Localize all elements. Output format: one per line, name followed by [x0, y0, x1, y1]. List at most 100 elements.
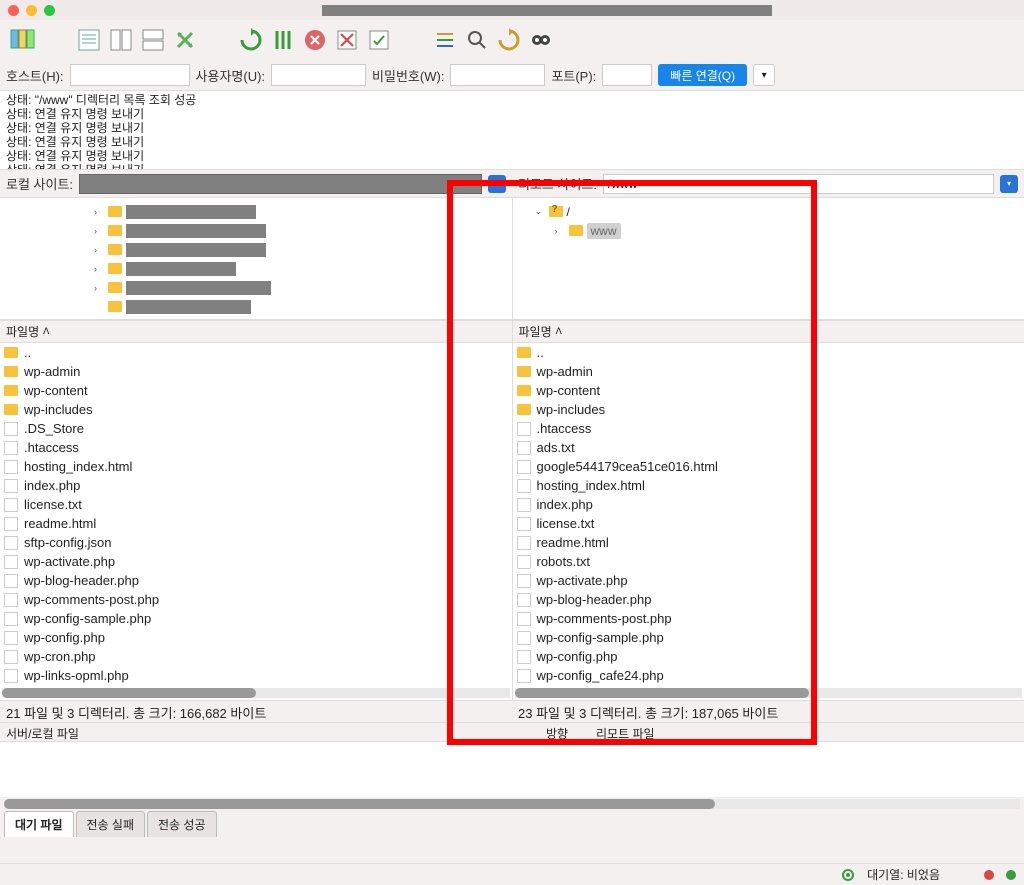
list-item[interactable]: wp-includes: [513, 400, 1024, 419]
maximize-window-button[interactable]: [44, 5, 55, 16]
file-icon: [517, 498, 531, 512]
pass-input[interactable]: [450, 64, 545, 86]
filter-button[interactable]: [430, 25, 460, 55]
list-item[interactable]: wp-blog-header.php: [513, 590, 1024, 609]
list-item[interactable]: wp-config.php: [513, 647, 1024, 666]
local-site-dropdown[interactable]: ▾: [488, 175, 506, 193]
list-item[interactable]: wp-cron.php: [0, 647, 512, 666]
list-item[interactable]: wp-activate.php: [513, 571, 1024, 590]
list-item[interactable]: ..: [0, 343, 512, 362]
tab-failed[interactable]: 전송 실패: [76, 811, 146, 837]
column-filename[interactable]: 파일명: [519, 323, 552, 340]
list-item[interactable]: .htaccess: [513, 419, 1024, 438]
list-item[interactable]: .DS_Store: [0, 419, 512, 438]
list-item[interactable]: wp-comments-post.php: [0, 590, 512, 609]
list-item[interactable]: wp-config_cafe24.php: [513, 666, 1024, 685]
expand-arrow-icon[interactable]: ›: [94, 245, 104, 255]
remote-tree[interactable]: ⌄/ ›www: [513, 198, 1024, 319]
remote-site-dropdown[interactable]: ▾: [1000, 175, 1018, 193]
expand-arrow-icon[interactable]: ›: [94, 283, 104, 293]
queue-col-local[interactable]: 서버/로컬 파일: [0, 723, 540, 741]
remote-scrollbar[interactable]: [515, 688, 1023, 698]
toggle-queue-button[interactable]: [138, 25, 168, 55]
port-input[interactable]: [602, 64, 652, 86]
toggle-tree-button[interactable]: [106, 25, 136, 55]
queue-col-direction[interactable]: 방향: [540, 723, 590, 741]
list-item[interactable]: readme.html: [513, 533, 1024, 552]
expand-arrow-icon[interactable]: ›: [94, 226, 104, 236]
site-manager-button[interactable]: [8, 25, 38, 55]
local-file-list[interactable]: 파일명 ᐱ ..wp-adminwp-contentwp-includes.DS…: [0, 320, 513, 700]
minimize-window-button[interactable]: [26, 5, 37, 16]
local-list-header[interactable]: 파일명 ᐱ: [0, 321, 512, 343]
reconnect-button[interactable]: [364, 25, 394, 55]
list-item[interactable]: hosting_index.html: [513, 476, 1024, 495]
file-name: wp-activate.php: [537, 573, 628, 588]
queue-col-remote[interactable]: 리모트 파일: [590, 723, 661, 741]
list-item[interactable]: readme.html: [0, 514, 512, 533]
list-item[interactable]: robots.txt: [513, 552, 1024, 571]
file-name: wp-config_cafe24.php: [537, 668, 664, 683]
local-site-path-redacted[interactable]: [79, 174, 482, 194]
list-item[interactable]: hosting_index.html: [0, 457, 512, 476]
remote-file-list[interactable]: 파일명 ᐱ ..wp-adminwp-contentwp-includes.ht…: [513, 320, 1024, 700]
list-item[interactable]: wp-admin: [0, 362, 512, 381]
list-item[interactable]: index.php: [0, 476, 512, 495]
list-item[interactable]: license.txt: [0, 495, 512, 514]
file-icon: [517, 612, 531, 626]
list-item[interactable]: wp-content: [513, 381, 1024, 400]
find-button[interactable]: [526, 25, 556, 55]
redacted-folder-name: [126, 262, 236, 276]
list-item[interactable]: wp-blog-header.php: [0, 571, 512, 590]
gear-icon[interactable]: [841, 868, 855, 882]
tree-www-label[interactable]: www: [587, 223, 621, 239]
collapse-arrow-icon[interactable]: ⌄: [535, 206, 545, 217]
list-item[interactable]: index.php: [513, 495, 1024, 514]
expand-arrow-icon[interactable]: ›: [94, 264, 104, 274]
disconnect-button[interactable]: [332, 25, 362, 55]
remote-list-header[interactable]: 파일명 ᐱ: [513, 321, 1024, 343]
search-button[interactable]: [462, 25, 492, 55]
local-scrollbar[interactable]: [2, 688, 510, 698]
column-filename[interactable]: 파일명: [6, 323, 39, 340]
list-item[interactable]: wp-content: [0, 381, 512, 400]
list-item[interactable]: license.txt: [513, 514, 1024, 533]
toggle-log-button[interactable]: [74, 25, 104, 55]
expand-arrow-icon[interactable]: ›: [555, 226, 565, 236]
cancel-button[interactable]: [300, 25, 330, 55]
close-window-button[interactable]: [8, 5, 19, 16]
message-log[interactable]: 상태: "/www" 디렉터리 목록 조회 성공 상태: 연결 유지 명령 보내…: [0, 90, 1024, 170]
list-item[interactable]: google544179cea51ce016.html: [513, 457, 1024, 476]
compare-button[interactable]: [268, 25, 298, 55]
file-name: google544179cea51ce016.html: [537, 459, 718, 474]
queue-body[interactable]: [0, 742, 1024, 797]
remote-site-path[interactable]: [603, 174, 994, 194]
list-item[interactable]: wp-admin: [513, 362, 1024, 381]
sort-ascending-icon: ᐱ: [43, 326, 49, 337]
list-item[interactable]: ..: [513, 343, 1024, 362]
list-item[interactable]: wp-activate.php: [0, 552, 512, 571]
quickconnect-button[interactable]: 빠른 연결(Q): [658, 64, 747, 86]
expand-arrow-icon[interactable]: ›: [94, 207, 104, 217]
file-lists: 파일명 ᐱ ..wp-adminwp-contentwp-includes.DS…: [0, 320, 1024, 700]
local-tree[interactable]: › › › › ›: [0, 198, 513, 319]
quickconnect-history-button[interactable]: ▾: [753, 64, 775, 86]
list-item[interactable]: sftp-config.json: [0, 533, 512, 552]
list-item[interactable]: wp-comments-post.php: [513, 609, 1024, 628]
list-item[interactable]: ads.txt: [513, 438, 1024, 457]
process-queue-button[interactable]: [494, 25, 524, 55]
queue-scrollbar[interactable]: [4, 799, 1020, 809]
list-item[interactable]: .htaccess: [0, 438, 512, 457]
user-input[interactable]: [271, 64, 366, 86]
list-item[interactable]: wp-links-opml.php: [0, 666, 512, 685]
refresh-button[interactable]: [170, 25, 200, 55]
host-input[interactable]: [70, 64, 190, 86]
list-item[interactable]: wp-config.php: [0, 628, 512, 647]
list-item[interactable]: wp-includes: [0, 400, 512, 419]
list-item[interactable]: wp-config-sample.php: [513, 628, 1024, 647]
sort-ascending-icon: ᐱ: [556, 326, 562, 337]
tab-queued[interactable]: 대기 파일: [4, 811, 74, 837]
tab-success[interactable]: 전송 성공: [147, 811, 217, 837]
sync-button[interactable]: [236, 25, 266, 55]
list-item[interactable]: wp-config-sample.php: [0, 609, 512, 628]
